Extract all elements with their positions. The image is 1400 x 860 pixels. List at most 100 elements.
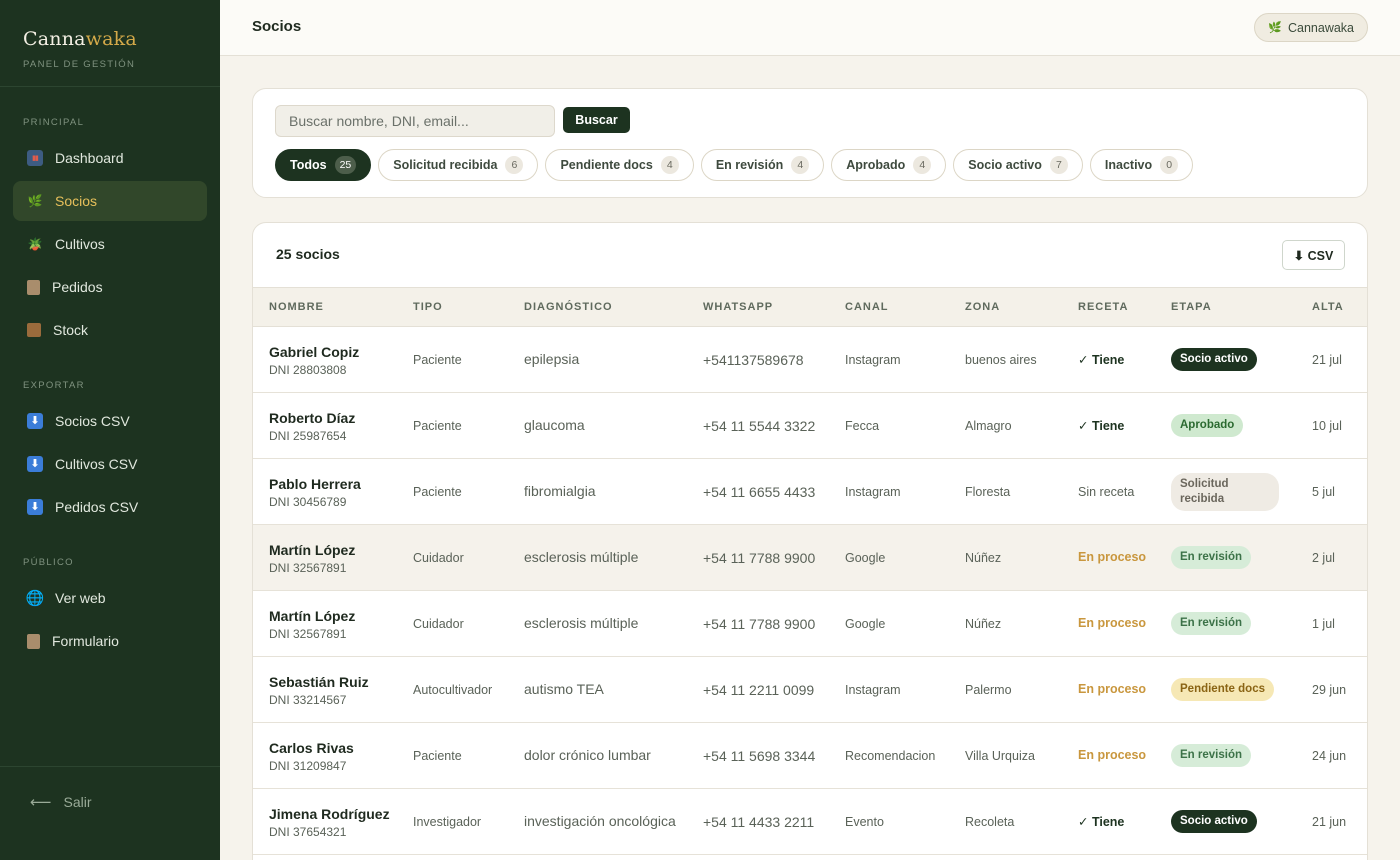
sidebar-item-label: Formulario xyxy=(52,633,119,649)
logout-button[interactable]: ⟵ Salir xyxy=(30,793,220,811)
table-row[interactable]: Roberto Díaz DNI 25987654 Paciente glaucoma… xyxy=(253,392,1367,459)
whatsapp-number[interactable]: +541137589678 xyxy=(703,350,829,370)
receta-status: ✓ Tiene xyxy=(1078,815,1125,829)
download-icon: ⬇ xyxy=(27,499,43,515)
cell-whatsapp: +54 11 5698 3344 xyxy=(687,722,829,789)
socio-name[interactable]: Martín López xyxy=(269,606,397,626)
socio-name[interactable]: Jimena Rodríguez xyxy=(269,804,397,824)
column-header-whatsapp[interactable]: WHATSAPP xyxy=(687,287,829,327)
column-header-canal[interactable]: CANAL xyxy=(829,287,949,327)
table-row[interactable]: Martín López DNI 32567891 Cuidador escleros… xyxy=(253,590,1367,657)
cell-receta: En proceso xyxy=(1062,590,1155,657)
brand-name-part2: waka xyxy=(85,28,137,50)
brand-logo[interactable]: Cannawaka xyxy=(23,28,197,50)
whatsapp-number[interactable]: +54 11 2211 0099 xyxy=(703,680,829,700)
cell-tipo: Cuidador xyxy=(397,524,508,591)
column-header-etapa[interactable]: ETAPA xyxy=(1155,287,1296,327)
tab-solicitud-recibida[interactable]: Solicitud recibida 6 xyxy=(378,149,539,181)
column-header-tipo[interactable]: TIPO xyxy=(397,287,508,327)
cell-tipo: Paciente xyxy=(397,326,508,393)
sidebar-item-ver-web[interactable]: 🌐 Ver web xyxy=(13,578,207,618)
column-header-nombre[interactable]: NOMBRE xyxy=(253,287,397,327)
cell-diagnostico: autismo TEA xyxy=(508,656,687,723)
sidebar-item-dashboard[interactable]: Dashboard xyxy=(13,138,207,178)
socio-name[interactable]: Gabriel Copiz xyxy=(269,342,397,362)
cell-etapa: Aprobado xyxy=(1155,392,1296,459)
tab-todos[interactable]: Todos 25 xyxy=(275,149,372,181)
whatsapp-number[interactable]: +54 11 7788 9900 xyxy=(703,548,829,568)
cell-canal: Instagram xyxy=(829,326,949,393)
cell-nombre: Sebastián Ruiz DNI 33214567 xyxy=(253,656,397,723)
whatsapp-number[interactable]: +54 11 4433 2211 xyxy=(703,812,829,832)
table-row[interactable]: Sebastián Ruiz DNI 33214567 Autocultivador… xyxy=(253,656,1367,723)
cell-zona: Núñez xyxy=(949,524,1062,591)
socio-name[interactable]: Martín López xyxy=(269,540,397,560)
whatsapp-number[interactable]: +54 11 5544 3322 xyxy=(703,416,829,436)
stage-badge: En revisión xyxy=(1171,612,1251,635)
stage-badge: En revisión xyxy=(1171,744,1251,767)
cell-alta: 21 jul xyxy=(1296,326,1367,393)
whatsapp-number[interactable]: +54 11 7788 9900 xyxy=(703,614,829,634)
table-row[interactable]: Martín López DNI 32567891 Cuidador escleros… xyxy=(253,524,1367,591)
socio-name[interactable]: Roberto Díaz xyxy=(269,408,397,428)
tab-inactivo[interactable]: Inactivo 0 xyxy=(1089,149,1194,181)
sidebar-item-pedidos[interactable]: Pedidos xyxy=(13,267,207,307)
chart-icon xyxy=(27,150,43,166)
diagnosis-text: glaucoma xyxy=(524,417,585,433)
receta-status: En proceso xyxy=(1078,682,1147,696)
sidebar-item-label: Socios CSV xyxy=(55,413,130,429)
filter-card: Buscar Todos 25 Solicitud recibida 6 Pendien… xyxy=(252,88,1368,198)
receta-status: ✓ Tiene xyxy=(1078,419,1125,433)
column-header-alta[interactable]: ALTA xyxy=(1296,287,1367,327)
cell-diagnostico: epilepsia xyxy=(508,326,687,393)
page-title: Socios xyxy=(252,18,302,35)
cell-alta: 21 jun xyxy=(1296,788,1367,855)
column-header-receta[interactable]: RECETA xyxy=(1062,287,1155,327)
cell-etapa: Socio activo xyxy=(1155,788,1296,855)
socio-name[interactable]: Carlos Rivas xyxy=(269,738,397,758)
org-chip[interactable]: 🌿 Cannawaka xyxy=(1254,13,1368,42)
sidebar-item-socios-csv[interactable]: ⬇ Socios CSV xyxy=(13,401,207,441)
cell-receta: ✓ Tiene xyxy=(1062,788,1155,855)
cell-zona: Núñez xyxy=(949,590,1062,657)
cell-tipo: Investigador xyxy=(397,788,508,855)
whatsapp-number[interactable]: +54 11 5698 3344 xyxy=(703,746,829,766)
socio-name[interactable]: Pablo Herrera xyxy=(269,474,397,494)
search-input[interactable] xyxy=(275,105,555,137)
column-header-zona[interactable]: ZONA xyxy=(949,287,1062,327)
cell-zona: buenos aires xyxy=(949,326,1062,393)
cell-zona: Almagro xyxy=(949,392,1062,459)
receta-status: En proceso xyxy=(1078,616,1147,630)
socio-name[interactable]: Sebastián Ruiz xyxy=(269,672,397,692)
cell-etapa: Socio activo xyxy=(1155,326,1296,393)
sidebar-item-socios[interactable]: 🌿 Socios xyxy=(13,181,207,221)
sidebar-item-cultivos-csv[interactable]: ⬇ Cultivos CSV xyxy=(13,444,207,484)
tab-count-badge: 6 xyxy=(505,156,524,174)
socio-dni: DNI 37654321 xyxy=(269,825,347,839)
sidebar-item-formulario[interactable]: Formulario xyxy=(13,621,207,661)
tab-en-revision[interactable]: En revisión 4 xyxy=(700,149,825,181)
tab-socio-activo[interactable]: Socio activo 7 xyxy=(953,149,1083,181)
sidebar-item-pedidos-csv[interactable]: ⬇ Pedidos CSV xyxy=(13,487,207,527)
diagnosis-text: esclerosis múltiple xyxy=(524,549,639,565)
whatsapp-number[interactable]: +54 11 6655 4433 xyxy=(703,482,829,502)
diagnosis-text: autismo TEA xyxy=(524,681,604,697)
table-row[interactable]: Carlos Rivas DNI 31209847 Paciente dolor cr… xyxy=(253,722,1367,789)
box-icon xyxy=(27,323,41,337)
cell-receta: En proceso xyxy=(1062,722,1155,789)
table-row[interactable]: Pablo Herrera DNI 30456789 Paciente fibromi… xyxy=(253,458,1367,525)
cell-whatsapp: +54 11 6655 4433 xyxy=(687,458,829,525)
tab-aprobado[interactable]: Aprobado 4 xyxy=(831,149,947,181)
table-row[interactable]: Gabriel Copiz DNI 28803808 Paciente epileps… xyxy=(253,326,1367,393)
export-csv-button[interactable]: ⬇ CSV xyxy=(1282,240,1345,270)
sidebar-item-stock[interactable]: Stock xyxy=(13,310,207,350)
table-row[interactable]: Jimena Rodríguez DNI 37654321 Investigador… xyxy=(253,788,1367,855)
sidebar-item-cultivos[interactable]: 🪴 Cultivos xyxy=(13,224,207,264)
tab-pendiente-docs[interactable]: Pendiente docs 4 xyxy=(545,149,694,181)
search-button[interactable]: Buscar xyxy=(563,107,630,133)
diagnosis-text: dolor crónico lumbar xyxy=(524,747,651,763)
download-icon: ⬇ xyxy=(27,413,43,429)
column-header-diagnostico[interactable]: DIAGNÓSTICO xyxy=(508,287,687,327)
clipboard-icon xyxy=(27,279,40,295)
tab-label: Inactivo xyxy=(1104,158,1153,172)
